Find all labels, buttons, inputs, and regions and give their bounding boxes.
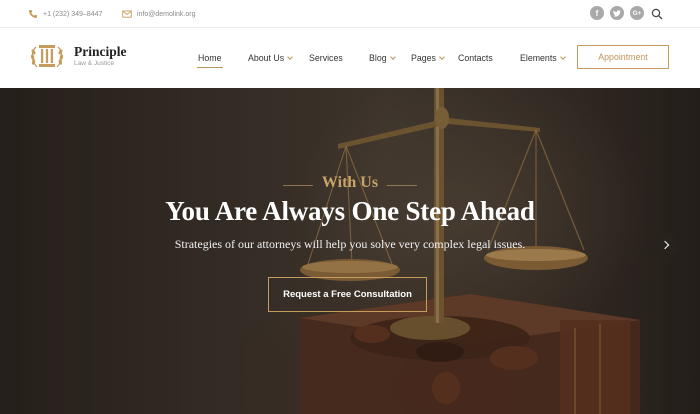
nav-item-about-us[interactable]: About Us	[248, 52, 294, 64]
chevron-down-icon	[287, 54, 294, 60]
main-header: Principle Law & Justice Home About Us Se…	[0, 28, 700, 88]
phone-icon	[28, 9, 38, 19]
eyebrow-divider-right	[387, 185, 417, 186]
nav-item-elements[interactable]: Elements	[520, 52, 566, 64]
chevron-down-icon	[439, 54, 445, 60]
email-address: info@demolink.org	[137, 10, 196, 18]
hero-eyebrow: With Us	[321, 174, 379, 191]
nav-item-label: Pages	[411, 53, 436, 63]
envelope-icon	[122, 9, 132, 19]
hero-subtitle: Strategies of our attorneys will help yo…	[174, 237, 526, 251]
phone-contact[interactable]: +1 (232) 349–8447	[28, 8, 102, 20]
nav-item-blog[interactable]: Blog	[369, 52, 396, 64]
nav-item-home[interactable]: Home	[198, 52, 221, 64]
nav-item-label: About Us	[248, 53, 285, 63]
brand-title[interactable]: Principle	[74, 44, 127, 60]
appointment-button[interactable]: Appointment	[577, 45, 669, 69]
nav-item-contacts[interactable]: Contacts	[458, 52, 493, 64]
facebook-icon[interactable]: f	[590, 6, 604, 20]
phone-number: +1 (232) 349–8447	[43, 10, 103, 18]
nav-item-pages[interactable]: Pages	[411, 52, 445, 64]
slider-next-button[interactable]	[654, 233, 678, 257]
nav-item-services[interactable]: Services	[309, 52, 343, 64]
brand-subtitle: Law & Justice	[74, 60, 115, 67]
hero-title: You Are Always One Step Ahead	[165, 196, 535, 226]
email-contact[interactable]: info@demolink.org	[122, 8, 195, 20]
pillar-laurel-icon[interactable]	[28, 41, 66, 73]
chevron-down-icon	[559, 54, 566, 60]
search-icon[interactable]	[651, 7, 663, 20]
chevron-right-icon	[660, 240, 669, 250]
top-bar: +1 (232) 349–8447 info@demolink.org f G+	[0, 0, 700, 28]
google-plus-icon[interactable]: G+	[630, 6, 644, 20]
nav-item-label: Elements	[520, 53, 557, 63]
hero-slider: With Us You Are Always One Step Ahead St…	[0, 88, 700, 414]
nav-active-indicator	[197, 67, 223, 68]
nav-item-label: Home	[198, 53, 222, 63]
twitter-icon[interactable]	[610, 6, 624, 20]
free-consultation-button[interactable]: Request a Free Consultation	[268, 277, 427, 312]
nav-item-label: Blog	[369, 53, 387, 63]
nav-item-label: Contacts	[458, 53, 493, 63]
nav-item-label: Services	[309, 53, 343, 63]
chevron-down-icon	[389, 54, 396, 60]
